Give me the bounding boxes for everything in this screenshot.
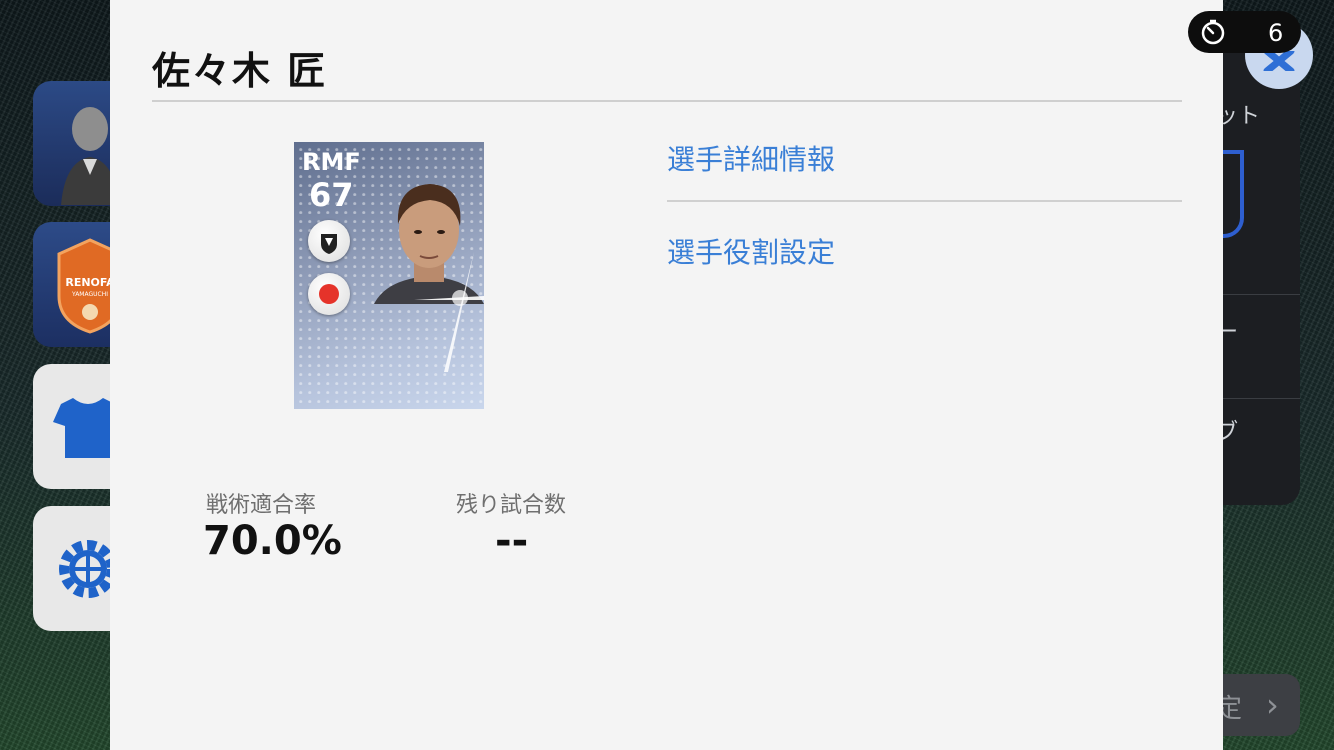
stopwatch-icon xyxy=(1201,19,1225,45)
timer-pill: 6 xyxy=(1188,11,1301,53)
player-card[interactable]: RMF 67 xyxy=(294,142,484,409)
close-icon xyxy=(1263,51,1295,71)
card-rating: 67 xyxy=(309,176,354,214)
shield-icon xyxy=(1220,150,1244,238)
title-divider xyxy=(152,100,1182,102)
japan-flag-icon xyxy=(308,273,350,315)
chevron-right-icon: › xyxy=(1266,686,1279,724)
card-shine xyxy=(414,252,484,372)
player-details-link[interactable]: 選手詳細情報 xyxy=(667,138,835,178)
tactic-fit-label: 戦術適合率 xyxy=(206,493,317,518)
tactic-fit-value: 70.0% xyxy=(203,518,342,564)
player-popup-panel: 佐々木 匠 RMF 67 選手詳細情報 選手役割設定 戦術適合率 70.0% 残… xyxy=(110,0,1223,750)
remaining-matches-label: 残り試合数 xyxy=(456,493,567,518)
timer-count: 6 xyxy=(1268,19,1284,47)
card-position: RMF xyxy=(302,148,361,176)
remaining-matches-value: -- xyxy=(495,518,529,564)
club-emblem-icon xyxy=(308,220,350,262)
svg-text:RENOFA: RENOFA xyxy=(65,276,115,289)
svg-text:YAMAGUCHI: YAMAGUCHI xyxy=(71,291,108,298)
player-name: 佐々木 匠 xyxy=(152,49,328,93)
player-role-link[interactable]: 選手役割設定 xyxy=(667,231,835,271)
links-divider xyxy=(667,200,1182,202)
